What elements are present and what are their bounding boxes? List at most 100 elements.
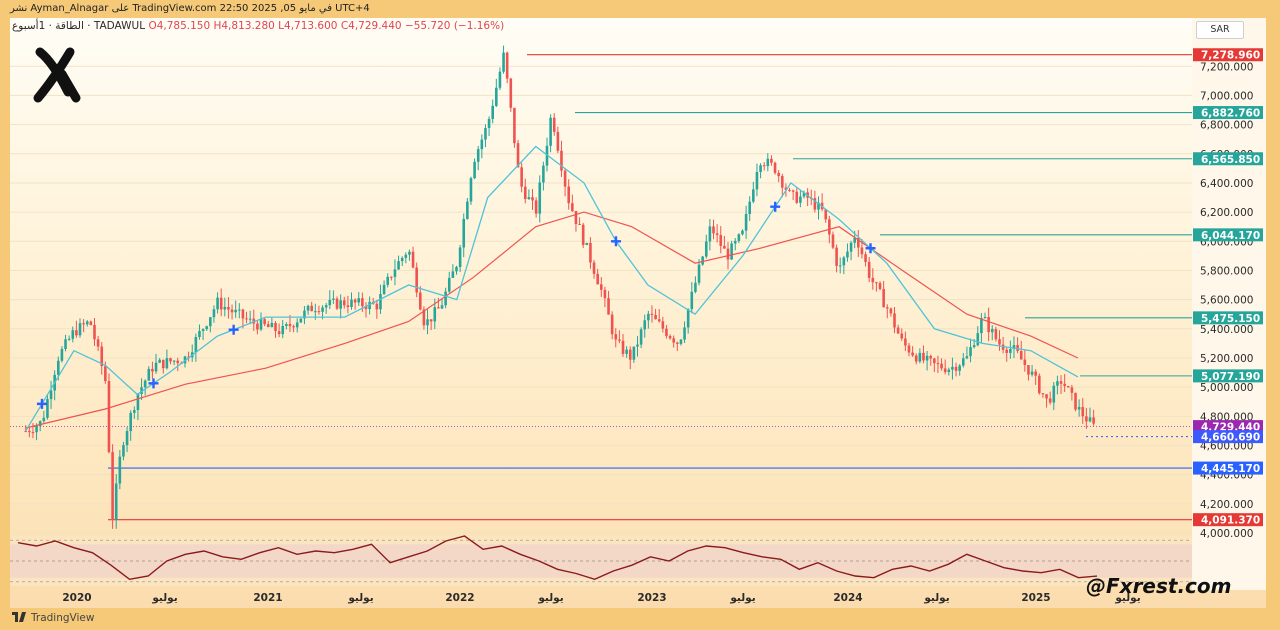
x-tick-label: 2021 <box>253 592 282 604</box>
candle-body <box>552 117 556 132</box>
candle-body <box>285 324 288 326</box>
candle-body <box>748 201 752 215</box>
candle-body <box>107 381 111 453</box>
candle-body <box>1074 392 1077 410</box>
candle-body <box>697 264 701 283</box>
candle-body <box>864 254 867 262</box>
candle-body <box>943 368 947 373</box>
candle-body <box>531 197 534 201</box>
candle-body <box>24 430 28 432</box>
level-price-label: 7,278.960 <box>1201 50 1260 62</box>
candle-body <box>936 363 940 365</box>
candle-body <box>339 300 342 309</box>
candle-body <box>563 170 567 187</box>
candle-body <box>780 176 784 188</box>
publisher-line: نشر Ayman_Alnagar على TradingView.com في… <box>10 3 370 14</box>
candle-body <box>451 271 455 278</box>
candle-body <box>925 355 929 361</box>
currency-button[interactable]: SAR <box>1196 21 1244 39</box>
y-tick-label: 4,000.000 <box>1200 528 1253 540</box>
candle-body <box>599 284 603 290</box>
candle-body <box>766 158 770 167</box>
candle-body <box>129 412 132 432</box>
candle-body <box>78 323 82 336</box>
candle-body <box>165 358 169 369</box>
candle-body <box>176 360 180 364</box>
candle-body <box>248 318 252 320</box>
price-chart-svg[interactable]: 75.0050.0025.0037.5431.85 7,200.000 7,000… <box>0 0 1280 630</box>
candle-body <box>38 421 42 427</box>
time-axis[interactable]: 2020 يوليو 2021 يوليو 2022 يوليو 2023 يوليو 2024… <box>62 592 1140 604</box>
candle-body <box>440 305 444 309</box>
x-tick-label: يوليو <box>347 592 373 604</box>
candle-body <box>397 261 400 270</box>
candle-body <box>429 319 433 322</box>
candle-body <box>281 325 285 335</box>
candle-body <box>455 266 458 272</box>
candle-body <box>904 338 907 346</box>
candle-body <box>621 340 625 354</box>
candle-body <box>896 327 900 334</box>
candle-body <box>1005 349 1009 353</box>
tradingview-footer[interactable]: TradingView <box>12 612 94 624</box>
candle-body <box>466 201 469 219</box>
candle-body <box>835 247 838 266</box>
candle-body <box>212 309 216 318</box>
candle-body <box>958 365 961 371</box>
candle-body <box>704 241 708 257</box>
candle-body <box>56 360 60 375</box>
candle-body <box>1066 386 1070 388</box>
candle-body <box>393 269 397 277</box>
candle-body <box>571 203 574 212</box>
low-marker-label: 4,660.690 <box>1201 432 1260 444</box>
candles <box>24 45 1095 529</box>
candle-body <box>791 190 795 192</box>
candle-body <box>831 234 835 248</box>
candle-body <box>82 323 85 325</box>
candle-body <box>632 346 636 360</box>
candle-body <box>321 307 324 312</box>
candle-body <box>1048 398 1052 403</box>
candle-body <box>893 313 896 328</box>
candle-body <box>788 190 791 192</box>
candle-body <box>85 321 89 325</box>
candle-body <box>408 251 411 255</box>
candle-body <box>574 211 578 225</box>
candle-body <box>762 165 766 167</box>
candle-body <box>469 178 473 202</box>
candle-body <box>118 456 122 484</box>
chart-frame: 75.0050.0025.0037.5431.85 7,200.000 7,000… <box>0 0 1280 630</box>
price-axis[interactable]: 7,200.0007,000.0006,800.0006,600.0006,40… <box>1192 18 1266 590</box>
candle-body <box>657 319 661 322</box>
x-tick-label: 2023 <box>637 592 666 604</box>
candle-body <box>701 256 704 265</box>
candle-body <box>940 363 943 369</box>
candle-body <box>567 186 571 204</box>
candle-body <box>462 218 466 248</box>
candle-body <box>730 243 733 260</box>
candle-body <box>990 329 994 333</box>
candle-body <box>1019 351 1023 360</box>
candle-body <box>400 257 404 262</box>
candle-body <box>976 333 980 346</box>
cross-marker <box>770 201 781 212</box>
candle-body <box>411 251 415 268</box>
candle-body <box>495 87 498 106</box>
candle-body <box>237 309 241 311</box>
rsi-pane: 75.0050.0025.0037.5431.85 <box>10 535 1239 589</box>
candle-body <box>328 299 332 306</box>
candle-body <box>147 368 151 381</box>
candle-body <box>476 149 480 162</box>
change-value: −55.720 (−1.16%) <box>404 20 505 32</box>
candle-body <box>951 366 954 370</box>
candle-body <box>71 330 75 339</box>
low-value: L4,713.600 <box>278 20 338 32</box>
candle-body <box>1092 417 1095 424</box>
symbol-line: الطاقة · 1أسبوع · TADAWUL <box>12 20 146 32</box>
candle-body <box>310 305 313 312</box>
candle-body <box>650 313 654 315</box>
candle-body <box>542 165 545 183</box>
candle-body <box>726 248 730 260</box>
candle-body <box>773 162 777 173</box>
watermark: @Fxrest.com <box>1086 574 1232 598</box>
